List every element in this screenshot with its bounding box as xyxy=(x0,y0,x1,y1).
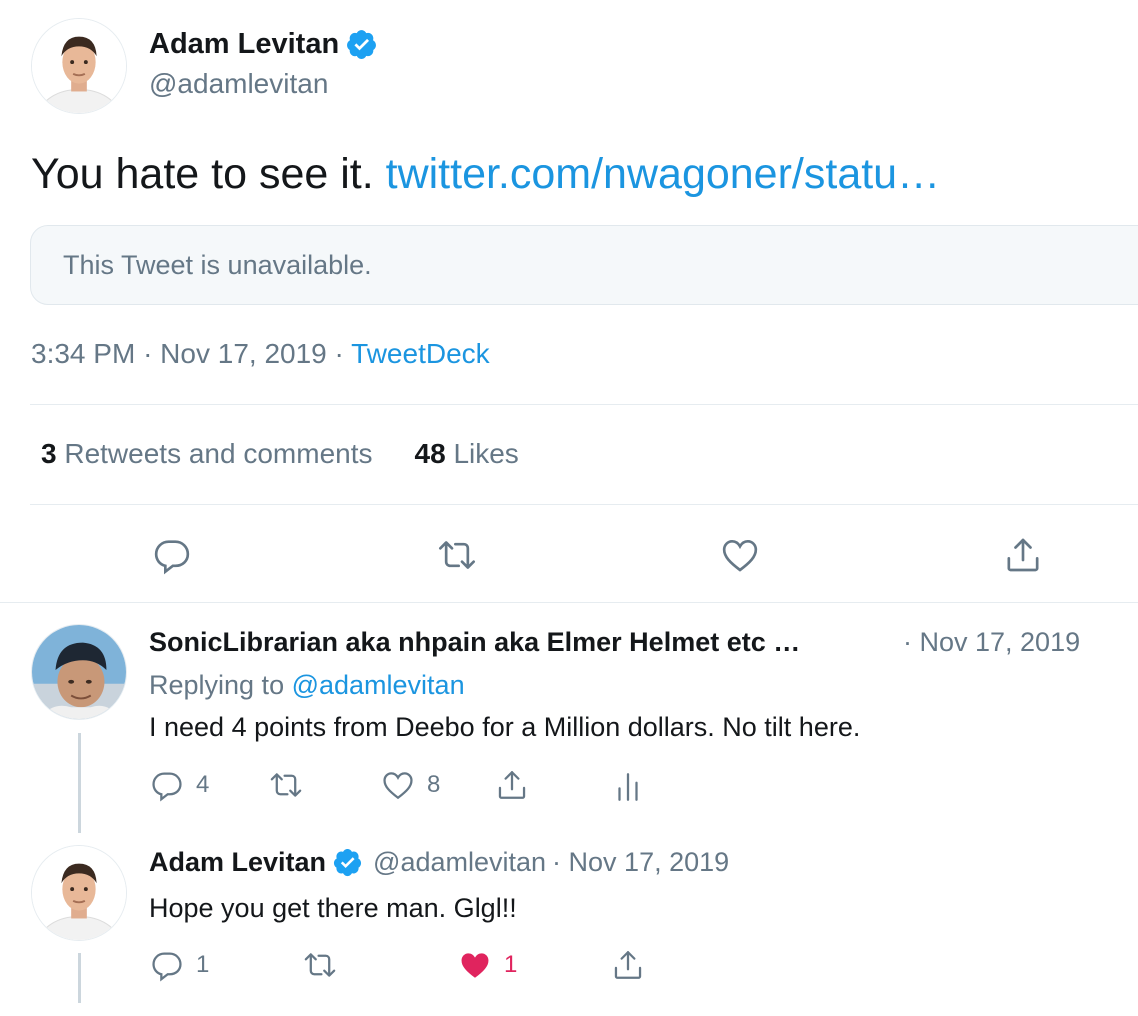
reply-retweet-button[interactable] xyxy=(269,768,303,802)
retweets-label: Retweets and comments xyxy=(64,438,373,469)
meta-separator: · xyxy=(143,338,161,369)
tweet-time[interactable]: 3:34 PM xyxy=(31,338,135,369)
tweet-stats: 3 Retweets and comments 48 Likes xyxy=(41,438,519,470)
reply-author-name-text[interactable]: SonicLibrarian aka nhpain aka Elmer Helm… xyxy=(149,627,800,658)
reply-reply-button[interactable]: 4 xyxy=(150,768,209,802)
divider xyxy=(30,504,1138,505)
verified-badge-icon xyxy=(333,848,362,877)
reply-author-name[interactable]: Adam Levitan @adamlevitan · Nov 17, 2019 xyxy=(149,847,729,878)
reply-author-name-text[interactable]: Adam Levitan xyxy=(149,847,326,878)
reply-share-button[interactable] xyxy=(611,948,645,982)
replying-to-handle[interactable]: @adamlevitan xyxy=(292,670,465,700)
share-icon xyxy=(498,771,526,799)
reply-avatar[interactable] xyxy=(31,624,127,720)
reply-like-button[interactable]: 1 xyxy=(458,948,517,982)
replying-to-label: Replying to xyxy=(149,670,292,700)
likes-count: 48 xyxy=(414,438,446,469)
reply-author-name[interactable]: SonicLibrarian aka nhpain aka Elmer Helm… xyxy=(149,627,800,658)
retweets-count: 3 xyxy=(41,438,57,469)
reply-icon[interactable] xyxy=(152,535,192,575)
likes-label: Likes xyxy=(453,438,519,469)
reply-count: 1 xyxy=(196,951,210,978)
share-icon[interactable] xyxy=(1003,535,1043,575)
like-icon xyxy=(383,772,413,800)
divider xyxy=(0,602,1138,603)
author-name[interactable]: Adam Levitan xyxy=(149,28,378,61)
retweets-stat[interactable]: 3 Retweets and comments xyxy=(41,438,373,470)
reply-reply-button[interactable]: 1 xyxy=(150,948,209,982)
retweet-icon[interactable] xyxy=(437,535,477,575)
quoted-tweet-unavailable-text: This Tweet is unavailable. xyxy=(63,250,372,280)
reply-count: 4 xyxy=(196,771,210,798)
share-icon xyxy=(614,951,642,979)
likes-stat[interactable]: 48 Likes xyxy=(415,438,519,470)
retweet-icon xyxy=(270,773,302,797)
tweet-body: You hate to see it. xyxy=(31,150,386,198)
like-count: 1 xyxy=(504,951,518,978)
like-icon[interactable] xyxy=(720,535,760,575)
reply-icon xyxy=(152,952,182,982)
author-handle[interactable]: @adamlevitan xyxy=(149,68,328,100)
thread-line xyxy=(78,733,81,833)
tweet-detail-page: Adam Levitan @adamlevitan You hate to se… xyxy=(0,0,1138,1016)
tweet-source[interactable]: TweetDeck xyxy=(351,338,490,369)
reply-analytics-button[interactable] xyxy=(611,770,645,804)
tweet-link[interactable]: twitter.com/nwagoner/statu… xyxy=(386,150,940,198)
meta-separator: · xyxy=(334,338,352,369)
quoted-tweet-box[interactable]: This Tweet is unavailable. xyxy=(30,225,1138,305)
reply-text: I need 4 points from Deebo for a Million… xyxy=(149,712,861,742)
author-name-text[interactable]: Adam Levitan xyxy=(149,28,339,61)
tweet-date[interactable]: Nov 17, 2019 xyxy=(160,338,327,369)
tweet-text: You hate to see it. twitter.com/nwagoner… xyxy=(31,150,940,199)
liked-heart-icon xyxy=(461,953,489,978)
thread-line xyxy=(78,953,81,1003)
reply-like-button[interactable]: 8 xyxy=(381,768,440,802)
divider xyxy=(30,404,1138,405)
author-avatar[interactable] xyxy=(31,18,127,114)
analytics-icon xyxy=(618,773,638,801)
reply-text: Hope you get there man. Glgl!! xyxy=(149,893,517,923)
reply-date[interactable]: · Nov 17, 2019 xyxy=(903,627,1080,658)
verified-badge-icon xyxy=(347,30,377,59)
reply-share-button[interactable] xyxy=(495,768,529,802)
reply-retweet-button[interactable] xyxy=(303,948,337,982)
replying-to: Replying to @adamlevitan xyxy=(149,670,465,701)
reply-date[interactable]: · Nov 17, 2019 xyxy=(552,847,729,878)
reply-icon xyxy=(152,772,182,802)
reply-avatar[interactable] xyxy=(31,845,127,941)
like-count: 8 xyxy=(427,771,441,798)
tweet-meta: 3:34 PM · Nov 17, 2019 · TweetDeck xyxy=(31,338,490,370)
reply-author-handle[interactable]: @adamlevitan xyxy=(373,847,546,878)
retweet-icon xyxy=(304,953,336,977)
